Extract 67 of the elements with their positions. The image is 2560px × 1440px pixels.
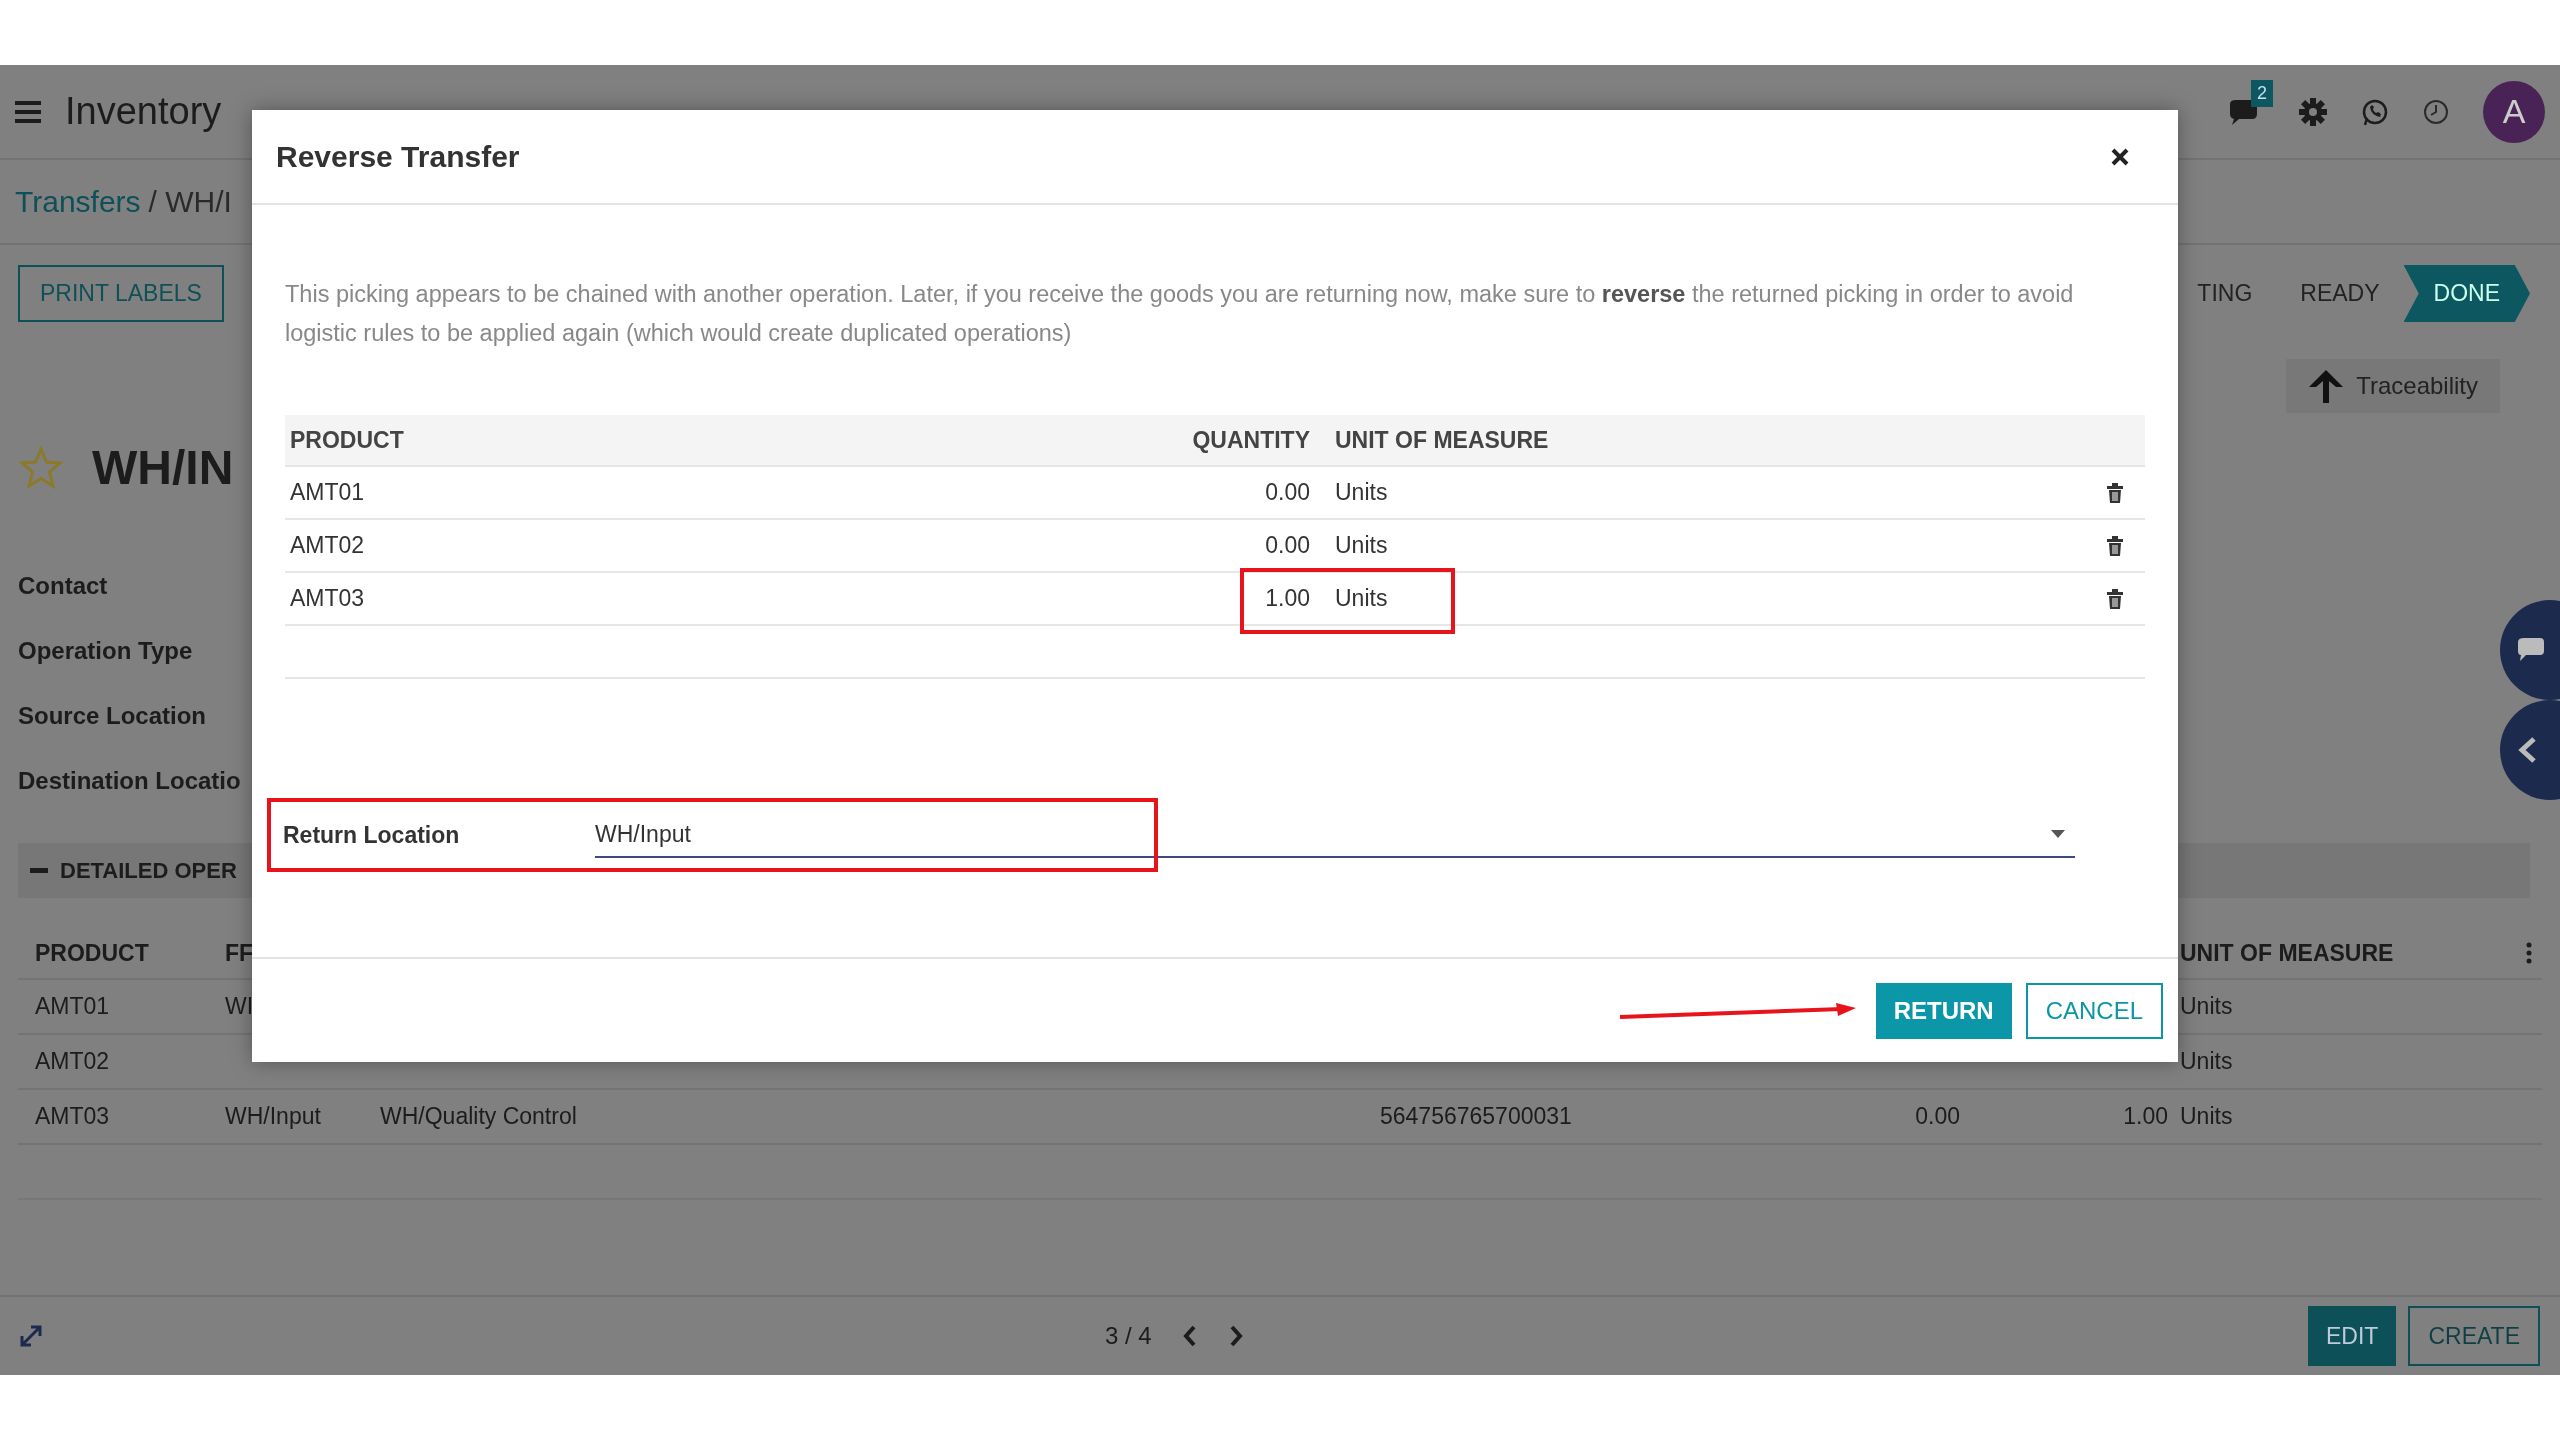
user-avatar[interactable]: A (2483, 80, 2545, 143)
chevron-left-icon[interactable] (1181, 1325, 1198, 1347)
column-header: QUANTITY (1191, 425, 1310, 455)
table-cell-text: AMT02 (289, 531, 366, 561)
star-icon[interactable] (18, 446, 64, 490)
table-cell-text: WH/Quality Control (380, 1102, 578, 1132)
table-cell-text: AMT03 (289, 584, 366, 614)
caret-icon (2051, 830, 2065, 838)
edit-button[interactable]: EDIT (2308, 1306, 2397, 1366)
table-cell-text: Units (1334, 478, 1389, 508)
trash-icon[interactable] (2106, 535, 2124, 556)
table-cell-text: Units (2179, 1047, 2234, 1077)
table-cell-text: 0.00 (1914, 1102, 1960, 1132)
field-label: Return Location (283, 820, 461, 850)
table-cell-text: AMT01 (35, 992, 111, 1022)
chat-icon[interactable] (2227, 97, 2259, 126)
record-title: WH/IN (92, 440, 234, 496)
collapse-icon (30, 868, 48, 873)
return-button[interactable]: RETURN (1875, 982, 2012, 1039)
field-label: Operation Type (18, 635, 193, 666)
section-title: DETAILED OPER (60, 857, 237, 885)
message-count-badge: 2 (2251, 79, 2273, 107)
trash-icon[interactable] (2106, 482, 2124, 503)
column-header: UNIT OF MEASURE (1334, 425, 1550, 455)
phone-bubble-icon[interactable] (2361, 97, 2389, 126)
create-button[interactable]: CREATE (2408, 1306, 2540, 1366)
table-cell-text: WH/Input (225, 1102, 322, 1132)
trash-icon[interactable] (2106, 588, 2124, 609)
print-labels-button[interactable]: PRINT LABELS (18, 265, 224, 322)
menu-icon[interactable] (15, 100, 41, 123)
field-label: Contact (18, 570, 108, 601)
table-cell-text: 564756765700031 (1380, 1102, 1573, 1132)
column-header: FF (225, 938, 255, 968)
pager-counter: 3 / 4 (1105, 1321, 1152, 1351)
cancel-button[interactable]: CANCEL (2025, 982, 2163, 1039)
arrow-up-icon (2308, 368, 2345, 404)
table-cell-text: Units (1334, 531, 1389, 561)
breadcrumb-link[interactable]: Transfers (15, 179, 141, 224)
kebab-menu-icon[interactable] (2526, 942, 2532, 964)
column-header: PRODUCT (35, 938, 150, 968)
app-title: Inventory (65, 89, 222, 134)
table-cell-text: Units (2179, 1102, 2234, 1132)
table-cell-text: AMT01 (289, 478, 366, 508)
table-cell-text: AMT02 (35, 1047, 111, 1077)
breadcrumb-current: / WH/I (148, 184, 232, 220)
table-cell-text: Units (1334, 584, 1389, 614)
table-cell-text: 0.00 (1264, 478, 1310, 508)
expand-icon[interactable] (20, 1325, 42, 1347)
status-step[interactable]: DONE (2403, 265, 2530, 322)
field-label: Destination Locatio (18, 765, 241, 796)
status-step[interactable]: READY (2276, 265, 2404, 322)
column-header: PRODUCT (289, 425, 405, 455)
table-cell-text: Units (2179, 992, 2234, 1022)
table-cell-text: AMT03 (35, 1102, 111, 1132)
column-header: UNIT OF MEASURE (2180, 938, 2394, 968)
table-cell-text: 1.00 (1264, 584, 1310, 614)
table-cell-text: 0.00 (1264, 531, 1310, 561)
table-cell-text: WI (225, 992, 255, 1022)
close-icon[interactable] (2110, 146, 2130, 167)
clock-icon[interactable] (2423, 98, 2449, 125)
dialog-title: Reverse Transfer (276, 139, 520, 175)
field-label: Source Location (18, 700, 207, 731)
return-location-select[interactable]: WH/Input (595, 812, 2075, 858)
info-message: This picking appears to be chained with another operation. Later, if you receive the goods you are returning now, make sure to reverse the returned picking in order to avoid logistic rules to be applied again (which would create duplicated operations) (284, 280, 2075, 348)
settings-icon[interactable] (2299, 97, 2327, 126)
table-cell-text: 1.00 (2122, 1102, 2168, 1132)
traceability-button[interactable]: Traceability (2286, 359, 2500, 413)
